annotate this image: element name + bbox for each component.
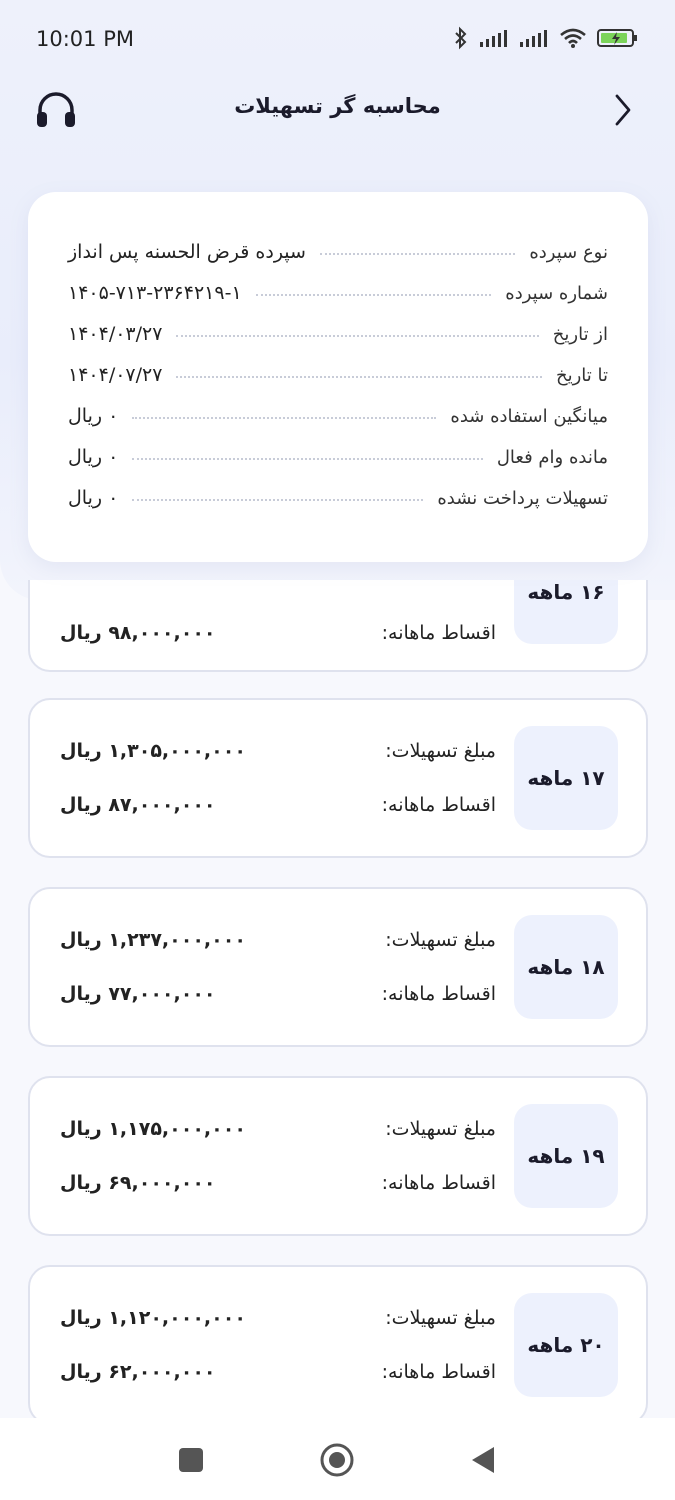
info-label: نوع سپرده [529,241,608,263]
plan-installment-value: ۶۲,۰۰۰,۰۰۰ ریال [60,1361,216,1383]
status-time: 10:01 PM [36,27,134,51]
info-row-to-date: تا تاریخ ۱۴۰۴/۰۷/۲۷ [68,360,608,390]
system-nav-bar [0,1418,675,1500]
plan-amount-label: مبلغ تسهیلات: [385,1307,496,1329]
plan-amount-value: ۱,۳۰۵,۰۰۰,۰۰۰ ریال [60,740,246,762]
plan-installment-label: اقساط ماهانه: [381,622,496,644]
plan-installment-row: اقساط ماهانه: ۸۷,۰۰۰,۰۰۰ ریال [60,790,496,820]
square-icon[interactable] [178,1447,204,1473]
plan-installment-value: ۹۸,۰۰۰,۰۰۰ ریال [60,622,216,644]
triangle-back-icon[interactable] [470,1445,496,1475]
plan-amount-label: مبلغ تسهیلات: [385,929,496,951]
info-value: ۰ ریال [68,446,119,468]
signal-icon-2 [520,30,547,47]
loan-plans-list[interactable]: ۱۶ ماهه اقساط ماهانه: ۹۸,۰۰۰,۰۰۰ ریال ۱۷… [0,580,675,1420]
loan-plan-card[interactable]: ۲۰ ماهه مبلغ تسهیلات: ۱,۱۲۰,۰۰۰,۰۰۰ ریال… [28,1265,648,1420]
chevron-right-icon[interactable] [611,92,635,128]
wifi-icon [560,28,586,48]
battery-icon [597,29,637,47]
info-label: شماره سپرده [505,282,608,304]
plan-amount-row: مبلغ تسهیلات: ۱,۳۰۵,۰۰۰,۰۰۰ ریال [60,736,496,766]
info-value: ۰ ریال [68,405,119,427]
plan-amount-row: مبلغ تسهیلات: ۱,۲۳۷,۰۰۰,۰۰۰ ریال [60,925,496,955]
dotted-leader [132,499,424,501]
info-label: تسهیلات پرداخت نشده [437,487,608,509]
loan-plan-card[interactable]: ۱۹ ماهه مبلغ تسهیلات: ۱,۱۷۵,۰۰۰,۰۰۰ ریال… [28,1076,648,1236]
dotted-leader [255,294,492,296]
info-label: مانده وام فعال [496,446,608,468]
info-label: تا تاریخ [555,364,608,386]
plan-installment-label: اقساط ماهانه: [381,794,496,816]
plan-months-badge: ۲۰ ماهه [514,1293,618,1397]
info-value: ۱۴۰۴/۰۳/۲۷ [68,323,163,345]
plan-months-badge: ۱۹ ماهه [514,1104,618,1208]
page-title: محاسبه گر تسهیلات [234,94,441,118]
info-value: سپرده قرض الحسنه پس انداز [68,241,306,263]
info-label: میانگین استفاده شده [450,405,608,427]
dotted-leader [176,376,542,378]
info-value: ۱۴۰۴/۰۷/۲۷ [68,364,163,386]
plan-amount-label: مبلغ تسهیلات: [385,740,496,762]
status-bar: 10:01 PM [0,0,675,80]
info-label: از تاریخ [552,323,608,345]
signal-icon [480,30,507,47]
info-row-deposit-type: نوع سپرده سپرده قرض الحسنه پس انداز [68,237,608,267]
bluetooth-icon [455,26,467,50]
app-header: محاسبه گر تسهیلات [0,80,675,140]
plan-amount-value: ۱,۲۳۷,۰۰۰,۰۰۰ ریال [60,929,246,951]
plan-installment-label: اقساط ماهانه: [381,1172,496,1194]
plan-amount-row: مبلغ تسهیلات: ۱,۱۷۵,۰۰۰,۰۰۰ ریال [60,1114,496,1144]
plan-installment-row: اقساط ماهانه: ۹۸,۰۰۰,۰۰۰ ریال [60,618,496,648]
plan-installment-value: ۷۷,۰۰۰,۰۰۰ ریال [60,983,216,1005]
plan-amount-label: مبلغ تسهیلات: [385,1118,496,1140]
plan-amount-row: مبلغ تسهیلات: ۱,۱۲۰,۰۰۰,۰۰۰ ریال [60,1303,496,1333]
plan-months-badge: ۱۶ ماهه [514,580,618,644]
info-value: ۱۴۰۵-۷۱۳-۲۳۶۴۲۱۹-۱ [68,282,242,304]
plan-installment-value: ۸۷,۰۰۰,۰۰۰ ریال [60,794,216,816]
circle-icon[interactable] [319,1442,355,1478]
plan-amount-value: ۱,۱۷۵,۰۰۰,۰۰۰ ریال [60,1118,246,1140]
plan-installment-label: اقساط ماهانه: [381,1361,496,1383]
plan-months-badge: ۱۷ ماهه [514,726,618,830]
plan-installment-value: ۶۹,۰۰۰,۰۰۰ ریال [60,1172,216,1194]
loan-plan-card[interactable]: ۱۶ ماهه اقساط ماهانه: ۹۸,۰۰۰,۰۰۰ ریال [28,580,648,672]
status-icons [453,26,639,50]
plan-installment-row: اقساط ماهانه: ۶۲,۰۰۰,۰۰۰ ریال [60,1357,496,1387]
plan-installment-row: اقساط ماهانه: ۷۷,۰۰۰,۰۰۰ ریال [60,979,496,1009]
loan-plan-card[interactable]: ۱۸ ماهه مبلغ تسهیلات: ۱,۲۳۷,۰۰۰,۰۰۰ ریال… [28,887,648,1047]
info-row-average-used: میانگین استفاده شده ۰ ریال [68,401,608,431]
info-row-deposit-number: شماره سپرده ۱۴۰۵-۷۱۳-۲۳۶۴۲۱۹-۱ [68,278,608,308]
plan-amount-value: ۱,۱۲۰,۰۰۰,۰۰۰ ریال [60,1307,246,1329]
info-row-unpaid-facilities: تسهیلات پرداخت نشده ۰ ریال [68,483,608,513]
plan-months-badge: ۱۸ ماهه [514,915,618,1019]
info-row-from-date: از تاریخ ۱۴۰۴/۰۳/۲۷ [68,319,608,349]
dotted-leader [319,253,516,255]
plan-installment-row: اقساط ماهانه: ۶۹,۰۰۰,۰۰۰ ریال [60,1168,496,1198]
loan-plan-card[interactable]: ۱۷ ماهه مبلغ تسهیلات: ۱,۳۰۵,۰۰۰,۰۰۰ ریال… [28,698,648,858]
deposit-info-card: نوع سپرده سپرده قرض الحسنه پس انداز شمار… [28,192,648,562]
plan-installment-label: اقساط ماهانه: [381,983,496,1005]
dotted-leader [176,335,539,337]
info-row-active-loan-balance: مانده وام فعال ۰ ریال [68,442,608,472]
dotted-leader [132,458,483,460]
dotted-leader [132,417,437,419]
info-value: ۰ ریال [68,487,119,509]
